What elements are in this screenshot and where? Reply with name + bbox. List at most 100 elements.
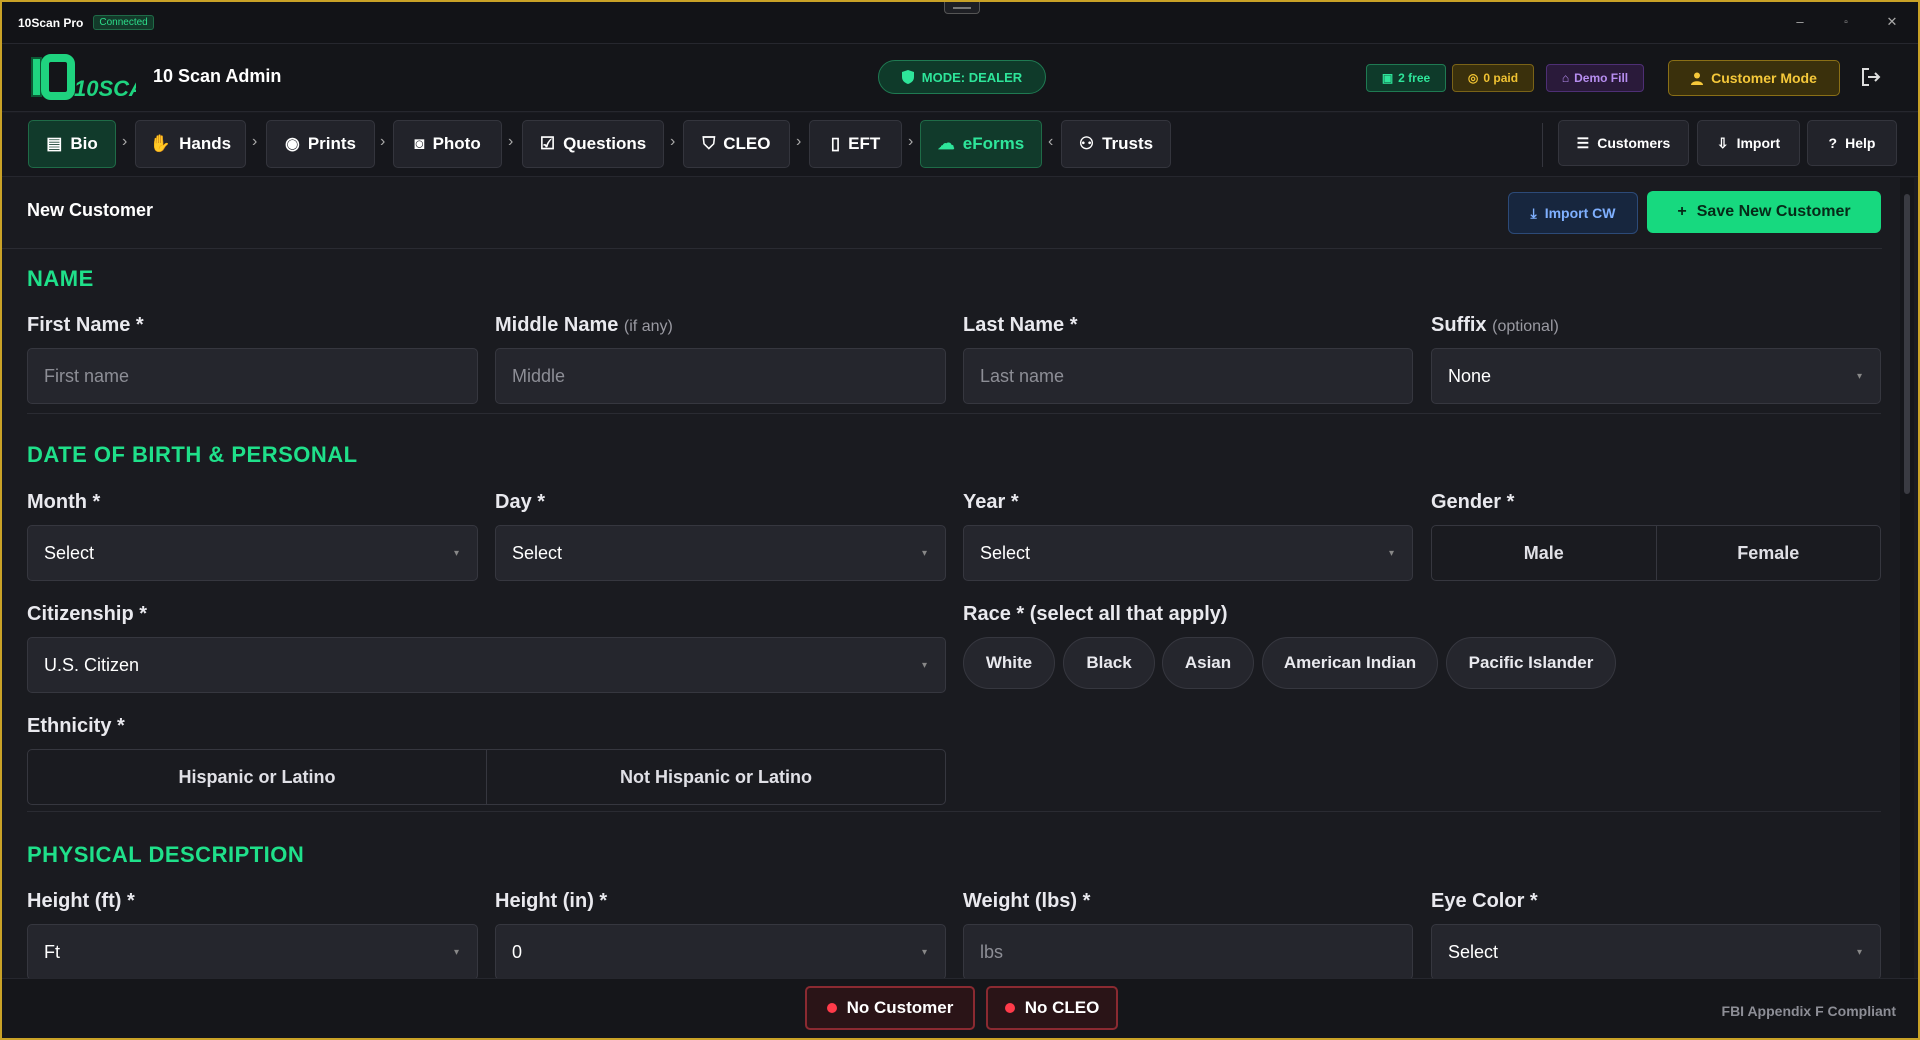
ethnicity-label: Ethnicity * (27, 715, 125, 737)
divider (27, 413, 1881, 414)
fingerprint-icon: ◉ (284, 134, 300, 153)
scrollbar-thumb[interactable] (1904, 194, 1910, 494)
no-cleo-status[interactable]: No CLEO (986, 986, 1118, 1030)
hand-icon: ✋ (149, 134, 172, 153)
year-select[interactable]: Select ▾ (963, 525, 1413, 581)
demo-fill-button[interactable]: ⌂ Demo Fill (1546, 64, 1644, 92)
nav-divider (1542, 123, 1543, 167)
help-button[interactable]: ? Help (1807, 120, 1897, 166)
height-ft-select[interactable]: Ft ▾ (27, 924, 478, 978)
import-label: Import (1736, 135, 1781, 151)
race-chip-asian[interactable]: Asian (1162, 637, 1254, 689)
customer-mode-label: Customer Mode (1711, 70, 1817, 86)
citizenship-label: Citizenship * (27, 603, 148, 625)
tab-cleo[interactable]: ⛉ CLEO (683, 120, 790, 168)
first-name-input[interactable]: First name (27, 348, 478, 404)
content-scrollbar[interactable] (1900, 178, 1914, 978)
gender-option-male[interactable]: Male (1432, 526, 1656, 580)
chevron-down-icon: ▾ (921, 660, 927, 671)
file-icon: ▯ (830, 134, 841, 153)
weight-input[interactable]: lbs (963, 924, 1413, 978)
mode-label: MODE: DEALER (921, 69, 1023, 85)
chevron-right-icon: › (122, 133, 128, 150)
citizenship-select[interactable]: U.S. Citizen ▾ (27, 637, 946, 693)
race-chip-american-indian[interactable]: American Indian (1262, 637, 1438, 689)
tab-label: eForms (962, 134, 1025, 153)
section-dob-heading: DATE OF BIRTH & PERSONAL (27, 442, 358, 467)
eye-color-select[interactable]: Select ▾ (1431, 924, 1881, 978)
gender-toggle: Male Female (1431, 525, 1881, 581)
tab-label: EFT (848, 134, 881, 153)
window-drag-handle[interactable] (944, 2, 980, 14)
height-in-label: Height (in) * (495, 890, 608, 912)
month-value: Select (44, 542, 95, 563)
import-cw-label: Import CW (1544, 205, 1616, 221)
import-icon: ⇩ (1716, 134, 1729, 151)
tab-label: Questions (563, 134, 647, 153)
section-physical-heading: PHYSICAL DESCRIPTION (27, 842, 305, 867)
month-select[interactable]: Select ▾ (27, 525, 478, 581)
no-customer-status[interactable]: No Customer (805, 986, 975, 1030)
day-select[interactable]: Select ▾ (495, 525, 946, 581)
import-button[interactable]: ⇩ Import (1697, 120, 1800, 166)
suffix-select[interactable]: None ▾ (1431, 348, 1881, 404)
logout-icon[interactable] (1860, 66, 1882, 88)
save-label: Save New Customer (1696, 203, 1851, 220)
middle-name-input[interactable]: Middle (495, 348, 946, 404)
ethnicity-option-not-hispanic[interactable]: Not Hispanic or Latino (486, 750, 945, 804)
tab-trusts[interactable]: ⚇ Trusts (1061, 120, 1171, 168)
month-label: Month * (27, 491, 101, 513)
race-chip-black[interactable]: Black (1063, 637, 1155, 689)
no-customer-label: No Customer (846, 998, 954, 1017)
tab-bio[interactable]: ▤ Bio (28, 120, 116, 168)
year-label: Year * (963, 491, 1019, 513)
free-credits-label: 2 free (1398, 71, 1431, 85)
customer-form: New Customer ⤓ Import CW + Save New Custom… (2, 178, 1898, 978)
minimize-icon[interactable]: – (1790, 14, 1810, 29)
customers-label: Customers (1597, 135, 1671, 151)
customer-mode-button[interactable]: Customer Mode (1668, 60, 1840, 96)
plus-icon: + (1677, 203, 1687, 220)
cloud-upload-icon: ☁ (937, 134, 955, 153)
gift-icon: ▣ (1381, 71, 1394, 85)
shield-icon: ⛉ (702, 134, 716, 153)
status-dot-icon (1004, 1003, 1015, 1013)
tab-eft[interactable]: ▯ EFT (809, 120, 902, 168)
save-new-customer-button[interactable]: + Save New Customer (1647, 191, 1881, 233)
chevron-right-icon: › (670, 133, 676, 150)
admin-title: 10 Scan Admin (153, 66, 282, 86)
app-header: 10SCAN 10 Scan Admin MODE: DEALER ▣ 2 fr… (2, 44, 1918, 112)
tab-eforms[interactable]: ☁ eForms (920, 120, 1042, 168)
app-name: 10Scan Pro (18, 15, 84, 30)
tab-prints[interactable]: ◉ Prints (266, 120, 375, 168)
customers-button[interactable]: ☰ Customers (1558, 120, 1689, 166)
chevron-down-icon: ▾ (1856, 947, 1862, 958)
tab-photo[interactable]: ◙ Photo (393, 120, 502, 168)
ethnicity-option-hispanic[interactable]: Hispanic or Latino (28, 750, 486, 804)
coin-icon: ◎ (1467, 71, 1479, 85)
users-list-icon: ☰ (1576, 134, 1590, 151)
section-name-heading: NAME (27, 266, 94, 291)
divider (27, 811, 1881, 812)
day-value: Select (512, 542, 563, 563)
mode-badge: MODE: DEALER (878, 60, 1046, 94)
year-value: Select (980, 542, 1031, 563)
height-in-select[interactable]: 0 ▾ (495, 924, 946, 978)
citizenship-value: U.S. Citizen (44, 654, 140, 675)
paid-credits-label: 0 paid (1483, 71, 1519, 85)
race-chip-pacific-islander[interactable]: Pacific Islander (1446, 637, 1616, 689)
race-chip-white[interactable]: White (963, 637, 1055, 689)
gender-option-female[interactable]: Female (1655, 526, 1881, 580)
last-name-input[interactable]: Last name (963, 348, 1413, 404)
chevron-down-icon: ▾ (921, 548, 927, 559)
tab-hands[interactable]: ✋ Hands (135, 120, 246, 168)
paid-credits-badge: ◎ 0 paid (1452, 64, 1534, 92)
divider (2, 248, 1882, 249)
tab-questions[interactable]: ☑ Questions (522, 120, 664, 168)
close-icon[interactable]: ✕ (1882, 14, 1902, 30)
height-in-value: 0 (512, 941, 523, 962)
import-cw-button[interactable]: ⤓ Import CW (1508, 192, 1638, 234)
day-label: Day * (495, 491, 546, 513)
maximize-icon[interactable]: ▫ (1836, 17, 1856, 28)
users-icon: ⚇ (1078, 134, 1095, 153)
